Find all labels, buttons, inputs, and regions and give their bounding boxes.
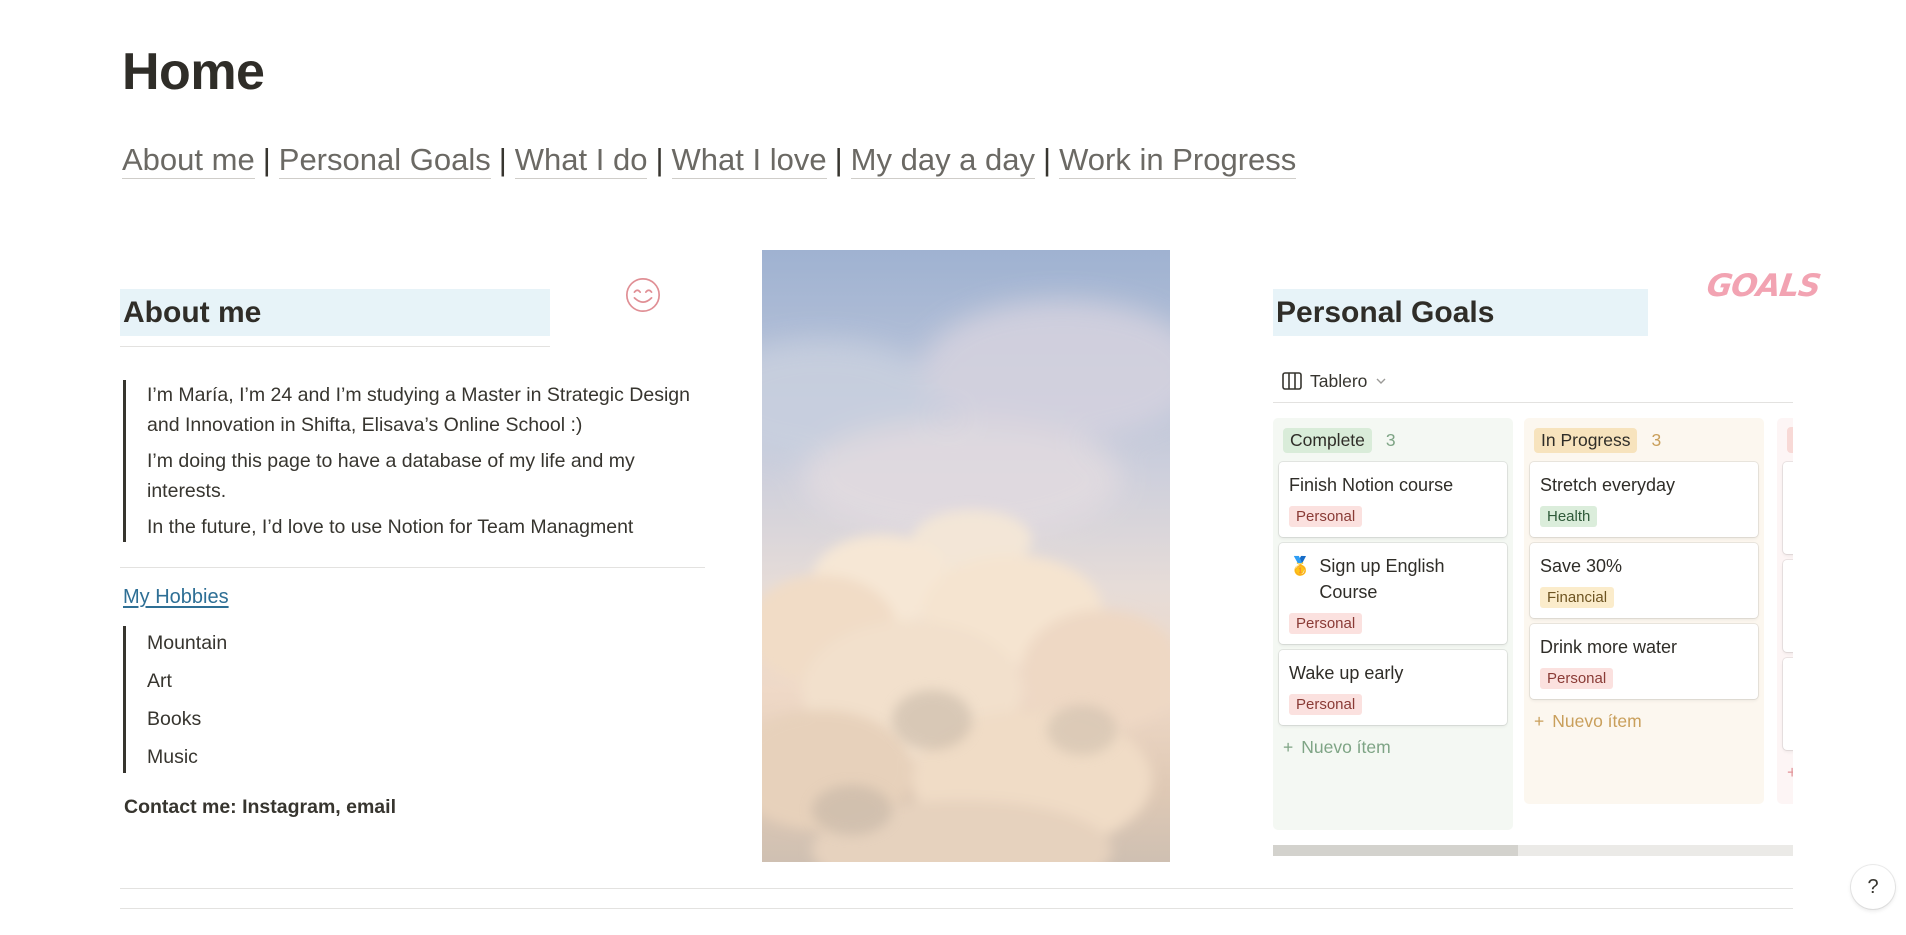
column-label: Complete xyxy=(1283,427,1372,453)
divider xyxy=(120,567,705,568)
column-label: In Progress xyxy=(1534,427,1638,453)
divider xyxy=(120,888,1793,889)
page-title: Home xyxy=(122,43,265,101)
about-paragraph: In the future, I’d love to use Notion fo… xyxy=(147,516,634,538)
column-header[interactable]: In Progress 3 xyxy=(1530,424,1758,456)
new-item-button[interactable]: + xyxy=(1783,762,1793,783)
about-paragraph: I’m María, I’m 24 and I’m studying a Mas… xyxy=(147,384,690,436)
card-title-text: Wake up early xyxy=(1289,663,1404,683)
nav-link-my-day-a-day[interactable]: My day a day xyxy=(850,142,1036,179)
hobbies-quote: Mountain Art Books Music xyxy=(123,626,423,773)
card-title: Wake up early xyxy=(1289,660,1497,686)
board-card[interactable]: Save 30% Financial xyxy=(1530,543,1758,618)
board-column-in-progress: In Progress 3 Stretch everyday Health Sa… xyxy=(1524,418,1764,804)
card-title-text: Drink more water xyxy=(1540,637,1678,657)
nav-separator: | xyxy=(1043,142,1052,177)
card-tag: Personal xyxy=(1289,694,1363,715)
board-card[interactable] xyxy=(1783,658,1793,750)
about-paragraph: I’m doing this page to have a database o… xyxy=(147,450,635,502)
divider xyxy=(120,908,1793,909)
contact-text: Contact me: Instagram, email xyxy=(124,796,396,818)
card-tag: Financial xyxy=(1540,587,1615,608)
plus-icon: + xyxy=(1787,762,1793,782)
section-nav: About me | Personal Goals | What I do | What I… xyxy=(122,142,1297,179)
board-card[interactable]: Drink more water Personal xyxy=(1530,624,1758,699)
card-tag: Health xyxy=(1540,506,1598,527)
board-card[interactable] xyxy=(1783,560,1793,652)
board-card[interactable]: 🥇 Sign up English Course Personal xyxy=(1279,543,1507,644)
nav-link-work-in-progress[interactable]: Work in Progress xyxy=(1059,142,1297,179)
scrollbar-thumb[interactable] xyxy=(1273,845,1518,856)
board-view-label: Tablero xyxy=(1310,370,1368,391)
notion-page: Home About me | Personal Goals | What I do | W… xyxy=(0,0,1906,935)
view-divider xyxy=(1273,402,1793,403)
new-item-button[interactable]: + Nuevo ítem xyxy=(1279,737,1507,758)
nav-separator: | xyxy=(498,142,507,177)
board-card[interactable]: Stretch everyday Health xyxy=(1530,462,1758,537)
nav-separator: | xyxy=(262,142,271,177)
card-title: Drink more water xyxy=(1540,634,1748,660)
nav-separator: | xyxy=(655,142,664,177)
card-title: Finish Notion course xyxy=(1289,472,1497,498)
board-horizontal-scrollbar[interactable] xyxy=(1273,845,1793,856)
hobby-item: Mountain xyxy=(147,632,228,654)
board-card[interactable]: Finish Notion course Personal xyxy=(1279,462,1507,537)
new-item-label: Nuevo ítem xyxy=(1301,737,1391,757)
card-tag: Personal xyxy=(1540,668,1614,689)
board-icon xyxy=(1282,372,1302,390)
card-title: 🥇 Sign up English Course xyxy=(1289,553,1497,605)
plus-icon: + xyxy=(1534,711,1545,731)
clouds-illustration xyxy=(762,300,1170,862)
board-column-partial: + xyxy=(1777,418,1793,804)
medal-icon: 🥇 xyxy=(1289,556,1312,576)
board-card[interactable] xyxy=(1783,462,1793,554)
hobby-item: Music xyxy=(147,746,198,768)
board-column-complete: Complete 3 Finish Notion course Personal… xyxy=(1273,418,1513,830)
sky-clouds-image xyxy=(762,250,1170,862)
new-item-button[interactable]: + Nuevo ítem xyxy=(1530,711,1758,732)
kanban-board: Complete 3 Finish Notion course Personal… xyxy=(1273,418,1793,838)
nav-separator: | xyxy=(834,142,843,177)
hobby-item: Books xyxy=(147,708,202,730)
card-title-text: Finish Notion course xyxy=(1289,475,1454,495)
card-title: Save 30% xyxy=(1540,553,1748,579)
about-me-heading: About me xyxy=(120,289,550,336)
heading-underline xyxy=(120,346,550,347)
card-title-text: Save 30% xyxy=(1540,556,1623,576)
help-button[interactable]: ? xyxy=(1851,865,1895,909)
my-hobbies-link[interactable]: My Hobbies xyxy=(123,586,229,609)
card-tag: Personal xyxy=(1289,613,1363,634)
smile-icon xyxy=(625,277,661,313)
board-view-tab[interactable]: Tablero xyxy=(1282,368,1387,394)
card-tag: Personal xyxy=(1289,506,1363,527)
column-header[interactable] xyxy=(1783,424,1793,456)
nav-link-what-i-do[interactable]: What I do xyxy=(514,142,648,179)
about-quote: I’m María, I’m 24 and I’m studying a Mas… xyxy=(123,380,703,542)
card-title-text: Stretch everyday xyxy=(1540,475,1676,495)
card-title: Stretch everyday xyxy=(1540,472,1748,498)
column-header[interactable]: Complete 3 xyxy=(1279,424,1507,456)
column-count: 3 xyxy=(1385,429,1396,450)
board-card[interactable]: Wake up early Personal xyxy=(1279,650,1507,725)
card-title-text: Sign up English Course xyxy=(1319,556,1445,602)
column-count: 3 xyxy=(1651,429,1662,450)
nav-link-what-i-love[interactable]: What I love xyxy=(671,142,827,179)
hobby-item: Art xyxy=(147,670,172,692)
nav-link-personal-goals[interactable]: Personal Goals xyxy=(278,142,491,179)
column-label xyxy=(1787,427,1793,453)
personal-goals-heading: Personal Goals xyxy=(1273,289,1648,336)
nav-link-about-me[interactable]: About me xyxy=(122,142,255,179)
plus-icon: + xyxy=(1283,737,1294,757)
chevron-down-icon xyxy=(1376,378,1386,384)
new-item-label: Nuevo ítem xyxy=(1552,711,1642,731)
goals-sticker: GOALS xyxy=(1704,268,1823,304)
